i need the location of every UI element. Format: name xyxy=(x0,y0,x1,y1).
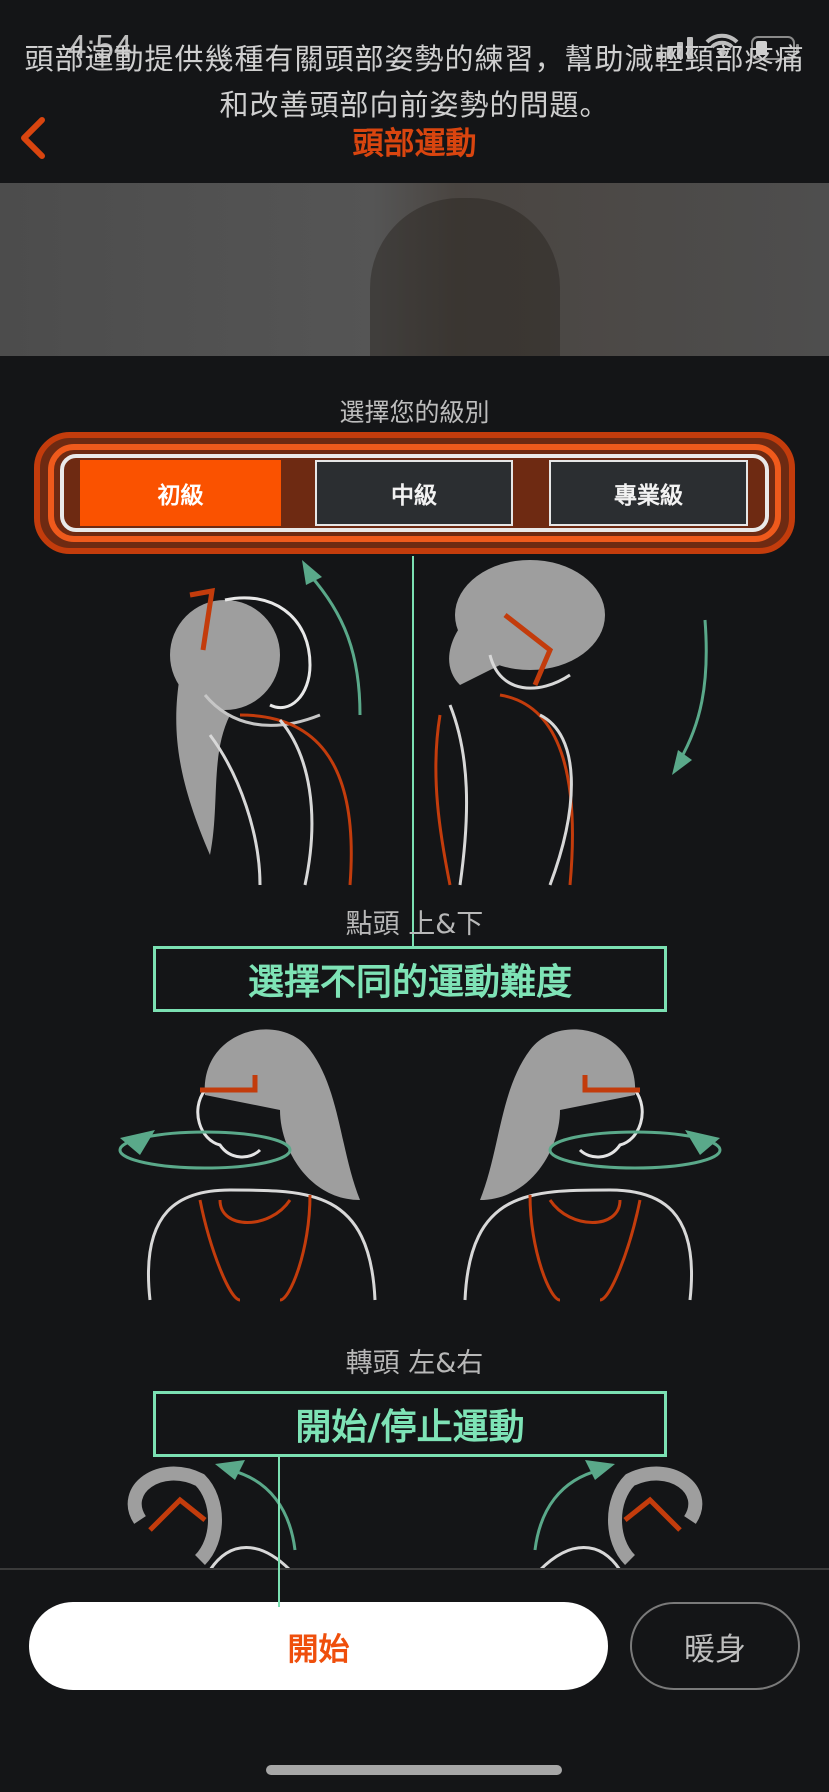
start-button[interactable]: 開始 xyxy=(29,1602,608,1690)
turn-right-figure xyxy=(463,1029,722,1302)
level-option-intermediate[interactable]: 中級 xyxy=(315,460,513,526)
exercise-caption-turn: 轉頭 左&右 xyxy=(345,1348,484,1379)
tilt-illustration xyxy=(127,1460,703,1572)
start-stop-callout-line xyxy=(278,1457,280,1607)
exercise-caption-nod: 點頭 上&下 xyxy=(345,909,484,940)
banner-person-photo xyxy=(370,198,560,356)
start-stop-callout: 開始/停止運動 xyxy=(153,1391,667,1457)
level-option-beginner[interactable]: 初級 xyxy=(80,460,281,526)
level-label: 選擇您的級別 xyxy=(339,398,490,427)
banner-description: 頭部運動提供幾種有關頭部姿勢的練習，幫助減輕頸部疼痛和改善頭部向前姿勢的問題。 xyxy=(24,42,805,122)
banner-image xyxy=(0,183,829,356)
difficulty-callout-line xyxy=(412,556,414,949)
nod-up-down-illustration xyxy=(170,560,708,886)
home-indicator xyxy=(266,1765,562,1775)
nod-up-figure xyxy=(170,560,362,886)
tilt-left-figure xyxy=(127,1460,297,1572)
difficulty-callout: 選擇不同的運動難度 xyxy=(153,946,667,1012)
turn-left-right-illustration xyxy=(118,1029,722,1302)
turn-left-figure xyxy=(118,1029,377,1302)
tilt-right-figure xyxy=(533,1460,703,1572)
level-option-professional[interactable]: 專業級 xyxy=(549,460,748,526)
nod-down-figure xyxy=(434,560,708,886)
bottom-divider xyxy=(0,1568,829,1570)
warmup-button[interactable]: 暖身 xyxy=(630,1602,800,1690)
